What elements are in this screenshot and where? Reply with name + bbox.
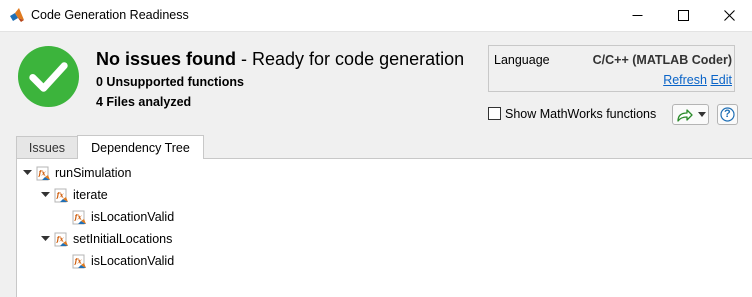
- language-panel: Language C/C++ (MATLAB Coder) Refresh Ed…: [488, 45, 735, 92]
- matlab-function-icon: fx: [54, 188, 68, 202]
- minimize-icon: [632, 15, 642, 16]
- expand-arrow-icon[interactable]: [40, 234, 50, 244]
- status-detail: Ready for code generation: [252, 49, 465, 69]
- tree-node-label: iterate: [73, 188, 108, 202]
- close-button[interactable]: [706, 0, 752, 31]
- expand-arrow-icon[interactable]: [40, 190, 50, 200]
- tab-issues[interactable]: Issues: [16, 136, 78, 158]
- tree-node-label: isLocationValid: [91, 210, 175, 224]
- tree-node[interactable]: fx isLocationValid: [72, 252, 174, 270]
- title-bar: Code Generation Readiness: [0, 0, 752, 32]
- expand-arrow-icon[interactable]: [22, 168, 32, 178]
- tree-node[interactable]: fx setInitialLocations: [40, 230, 172, 248]
- svg-text:fx: fx: [56, 234, 65, 243]
- tree-node[interactable]: fx isLocationValid: [72, 208, 174, 226]
- edit-link[interactable]: Edit: [710, 73, 732, 87]
- files-analyzed: 4 Files analyzed: [96, 95, 192, 109]
- status-separator: -: [236, 49, 253, 69]
- svg-text:fx: fx: [74, 256, 83, 265]
- show-mathworks-label[interactable]: Show MathWorks functions: [505, 107, 656, 121]
- matlab-function-icon: fx: [72, 210, 86, 224]
- minimize-button[interactable]: [614, 0, 660, 31]
- unsupported-count: 0 Unsupported functions: [96, 75, 244, 89]
- matlab-function-icon: fx: [36, 166, 50, 180]
- tree-node[interactable]: fx iterate: [40, 186, 108, 204]
- status-bold: No issues found: [96, 49, 237, 69]
- status-headline: No issues found - Ready for code generat…: [96, 49, 464, 70]
- svg-text:fx: fx: [38, 168, 47, 177]
- window-title: Code Generation Readiness: [31, 8, 189, 22]
- tab-dependency-tree[interactable]: Dependency Tree: [77, 135, 204, 159]
- language-value: C/C++ (MATLAB Coder): [592, 53, 732, 67]
- svg-text:fx: fx: [74, 212, 83, 221]
- help-button[interactable]: ?: [717, 104, 738, 125]
- chevron-down-icon: [698, 112, 706, 117]
- language-links: Refresh Edit: [663, 73, 732, 87]
- tree-node-label: isLocationValid: [91, 254, 175, 268]
- tree-node[interactable]: fx runSimulation: [22, 164, 131, 182]
- matlab-function-icon: fx: [72, 254, 86, 268]
- language-label: Language: [494, 53, 550, 67]
- refresh-link[interactable]: Refresh: [663, 73, 707, 87]
- share-arrow-icon: [677, 109, 693, 122]
- maximize-button[interactable]: [660, 0, 706, 31]
- svg-text:fx: fx: [56, 190, 65, 199]
- tree-node-label: setInitialLocations: [73, 232, 173, 246]
- maximize-icon: [677, 10, 689, 21]
- dependency-tree-panel: fx runSimulation fx iterate fx isLocatio…: [16, 158, 752, 297]
- success-check-icon: [17, 45, 80, 108]
- close-icon: [723, 10, 735, 21]
- share-button[interactable]: [672, 104, 709, 125]
- show-mathworks-checkbox[interactable]: [488, 107, 501, 120]
- matlab-logo-icon: [10, 8, 24, 22]
- matlab-function-icon: fx: [54, 232, 68, 246]
- tree-node-label: runSimulation: [55, 166, 132, 180]
- help-glyph: ?: [724, 108, 731, 120]
